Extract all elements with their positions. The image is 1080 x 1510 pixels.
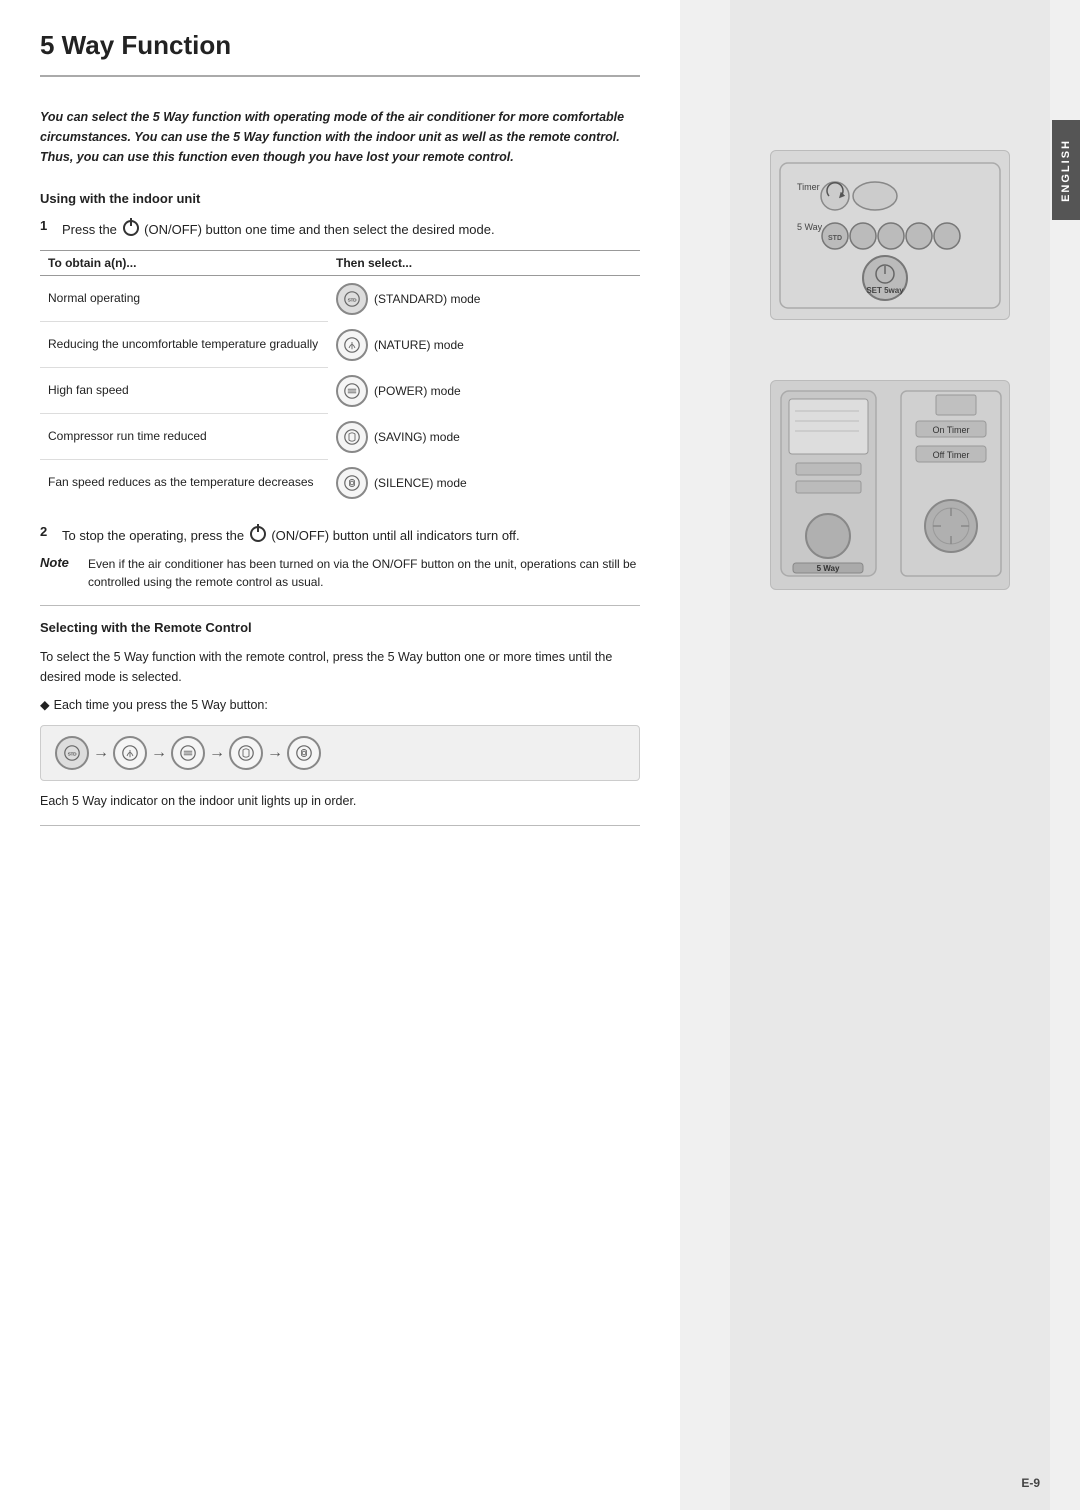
arrow-3: → [209,744,225,762]
step1-number: 1 [40,218,54,233]
table-row: Compressor run time reduced (SAVING) mod… [40,414,640,460]
svg-text:On Timer: On Timer [932,425,969,435]
svg-text:STD: STD [828,235,842,242]
section1-heading: Using with the indoor unit [40,191,640,206]
nature-mode-label: (NATURE) mode [374,338,464,352]
saving-mode-label: (SAVING) mode [374,430,460,444]
seq-power-icon [171,736,205,770]
remote-control-diagram: 5 Way On Timer Off Timer [770,380,1010,590]
section2-heading: Selecting with the Remote Control [40,620,640,635]
svg-text:Timer: Timer [797,182,820,192]
table-cell-obtain-3: High fan speed [40,368,328,414]
silence-mode-label: (SILENCE) mode [374,476,467,490]
arrow-1: → [93,744,109,762]
table-col1: To obtain a(n)... [40,250,328,275]
mode-table: To obtain a(n)... Then select... Normal … [40,250,640,506]
bullet-item: ◆ Each time you press the 5 Way button: [40,695,640,715]
table-cell-obtain-2: Reducing the uncomfortable temperature g… [40,322,328,368]
table-row: Normal operating STD (STANDARD) mode [40,275,640,322]
footer-text: Each 5 Way indicator on the indoor unit … [40,791,640,811]
step2-text: To stop the operating, press the (ON/OFF… [62,524,520,546]
step2-number: 2 [40,524,54,539]
power-icon-2 [250,526,266,542]
saving-icon [336,421,368,453]
english-tab: ENGLISH [1052,120,1080,220]
table-cell-mode-2: (NATURE) mode [328,322,640,368]
power-mode-icon [336,375,368,407]
svg-text:5 Way: 5 Way [797,222,823,232]
divider-1 [40,605,640,606]
step2: 2 To stop the operating, press the (ON/O… [40,524,640,546]
main-content: 5 Way Function You can select the 5 Way … [0,0,680,1510]
table-row: Reducing the uncomfortable temperature g… [40,322,640,368]
right-panel: Timer 5 Way STD [730,0,1050,1510]
table-cell-obtain-4: Compressor run time reduced [40,414,328,460]
table-cell-obtain-1: Normal operating [40,275,328,322]
svg-text:STD: STD [348,297,358,303]
intro-text: You can select the 5 Way function with o… [40,107,640,167]
table-cell-mode-4: (SAVING) mode [328,414,640,460]
table-cell-mode-3: (POWER) mode [328,368,640,414]
divider-2 [40,825,640,826]
seq-saving-icon [229,736,263,770]
seq-silence-icon [287,736,321,770]
arrow-2: → [151,744,167,762]
step1-text: Press the (ON/OFF) button one time and t… [62,218,495,240]
note-block: Note Even if the air conditioner has bee… [40,555,640,591]
power-mode-label: (POWER) mode [374,384,461,398]
table-row: High fan speed (POWER) mode [40,368,640,414]
svg-text:SET 5way: SET 5way [866,286,904,295]
standard-icon: STD [336,283,368,315]
seq-std-icon: STD [55,736,89,770]
svg-text:STD: STD [68,751,78,757]
note-text: Even if the air conditioner has been tur… [88,555,640,591]
table-cell-obtain-5: Fan speed reduces as the temperature dec… [40,460,328,506]
standard-mode-label: (STANDARD) mode [374,292,480,306]
nature-icon [336,329,368,361]
english-label: ENGLISH [1060,139,1072,202]
page-title: 5 Way Function [40,30,640,77]
arrow-sequence: STD → → → [40,725,640,781]
step1: 1 Press the (ON/OFF) button one time and… [40,218,640,240]
note-label: Note [40,555,78,570]
bullet-symbol: ◆ [40,695,50,715]
indoor-unit-diagram: Timer 5 Way STD [770,150,1010,320]
table-row: Fan speed reduces as the temperature dec… [40,460,640,506]
table-cell-mode-5: (SILENCE) mode [328,460,640,506]
arrow-4: → [267,744,283,762]
svg-text:Off Timer: Off Timer [933,450,970,460]
table-col2: Then select... [328,250,640,275]
bullet-text: Each time you press the 5 Way button: [54,695,268,715]
silence-icon [336,467,368,499]
svg-text:5 Way: 5 Way [817,564,840,573]
table-cell-mode-1: STD (STANDARD) mode [328,276,640,322]
section2-intro: To select the 5 Way function with the re… [40,647,640,687]
power-icon [123,220,139,236]
page-number: E-9 [1021,1476,1040,1490]
seq-nature-icon [113,736,147,770]
